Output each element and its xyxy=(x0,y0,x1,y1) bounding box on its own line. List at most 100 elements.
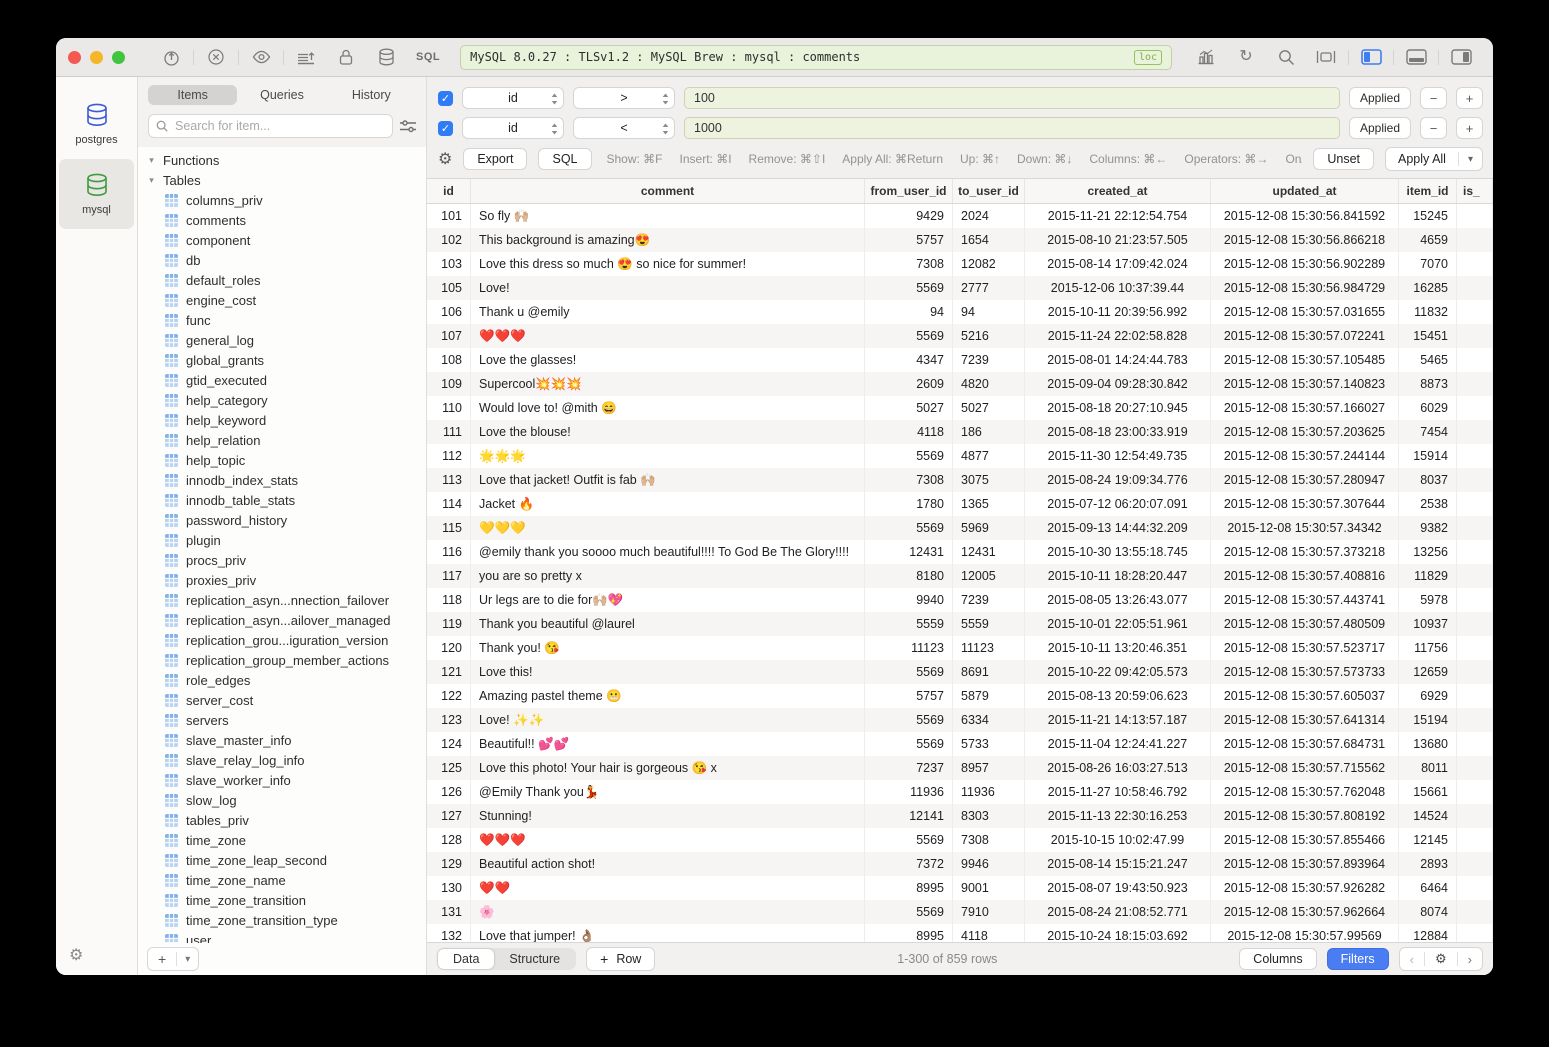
cell-created_at[interactable]: 2015-08-01 14:24:44.783 xyxy=(1025,348,1211,372)
table-row[interactable]: 117you are so pretty x8180120052015-10-1… xyxy=(427,564,1493,588)
cell-comment[interactable]: 💛💛💛 xyxy=(471,516,865,540)
connect-icon[interactable] xyxy=(160,46,182,68)
cell-to_user_id[interactable]: 4877 xyxy=(953,444,1025,468)
cell-is_[interactable] xyxy=(1457,660,1493,684)
cell-to_user_id[interactable]: 8691 xyxy=(953,660,1025,684)
lock-icon[interactable] xyxy=(335,46,357,68)
cell-id[interactable]: 106 xyxy=(427,300,471,324)
cell-updated_at[interactable]: 2015-12-08 15:30:56.841592 xyxy=(1211,204,1399,228)
cell-item_id[interactable]: 8011 xyxy=(1399,756,1457,780)
cell-is_[interactable] xyxy=(1457,852,1493,876)
cell-id[interactable]: 122 xyxy=(427,684,471,708)
tab-structure[interactable]: Structure xyxy=(494,949,575,969)
cell-comment[interactable]: you are so pretty x xyxy=(471,564,865,588)
cell-updated_at[interactable]: 2015-12-08 15:30:57.244144 xyxy=(1211,444,1399,468)
column-header-to_user_id[interactable]: to_user_id xyxy=(953,179,1025,203)
cell-is_[interactable] xyxy=(1457,300,1493,324)
chevron-right-icon[interactable]: › xyxy=(1458,952,1482,967)
export-button[interactable]: Export xyxy=(463,148,527,170)
cell-from_user_id[interactable]: 5569 xyxy=(865,732,953,756)
cell-item_id[interactable]: 2538 xyxy=(1399,492,1457,516)
cell-item_id[interactable]: 15194 xyxy=(1399,708,1457,732)
cell-created_at[interactable]: 2015-11-30 12:54:49.735 xyxy=(1025,444,1211,468)
sidebar-item-table[interactable]: procs_priv xyxy=(138,550,426,570)
cell-is_[interactable] xyxy=(1457,348,1493,372)
table-row[interactable]: 126@Emily Thank you💃11936119362015-11-27… xyxy=(427,780,1493,804)
filter-operator-select[interactable]: > xyxy=(573,87,675,109)
search-box[interactable] xyxy=(148,114,393,138)
toggle-bottom-panel-icon[interactable] xyxy=(1405,46,1427,68)
cell-is_[interactable] xyxy=(1457,564,1493,588)
cell-to_user_id[interactable]: 3075 xyxy=(953,468,1025,492)
cell-updated_at[interactable]: 2015-12-08 15:30:57.443741 xyxy=(1211,588,1399,612)
remove-filter-button[interactable]: − xyxy=(1420,117,1447,139)
column-header-from_user_id[interactable]: from_user_id xyxy=(865,179,953,203)
cell-id[interactable]: 115 xyxy=(427,516,471,540)
column-header-is_[interactable]: is_ xyxy=(1457,179,1493,203)
cell-item_id[interactable]: 15245 xyxy=(1399,204,1457,228)
cell-comment[interactable]: Would love to! @mith 😄 xyxy=(471,396,865,420)
cell-id[interactable]: 105 xyxy=(427,276,471,300)
sidebar-item-table[interactable]: replication_grou...iguration_version xyxy=(138,630,426,650)
cell-item_id[interactable]: 15661 xyxy=(1399,780,1457,804)
cell-item_id[interactable]: 6929 xyxy=(1399,684,1457,708)
tab-history[interactable]: History xyxy=(327,85,416,105)
cell-updated_at[interactable]: 2015-12-08 15:30:57.480509 xyxy=(1211,612,1399,636)
cell-from_user_id[interactable]: 4118 xyxy=(865,420,953,444)
cell-updated_at[interactable]: 2015-12-08 15:30:56.984729 xyxy=(1211,276,1399,300)
column-header-created_at[interactable]: created_at xyxy=(1025,179,1211,203)
plus-icon[interactable]: + xyxy=(148,951,176,967)
sidebar-item-table[interactable]: slave_master_info xyxy=(138,730,426,750)
sidebar-item-table[interactable]: replication_group_member_actions xyxy=(138,650,426,670)
cell-item_id[interactable]: 11832 xyxy=(1399,300,1457,324)
cell-is_[interactable] xyxy=(1457,900,1493,924)
sql-editor-button[interactable]: SQL xyxy=(416,51,440,63)
cell-comment[interactable]: Love the blouse! xyxy=(471,420,865,444)
cell-created_at[interactable]: 2015-10-11 13:20:46.351 xyxy=(1025,636,1211,660)
column-header-updated_at[interactable]: updated_at xyxy=(1211,179,1399,203)
tab-items[interactable]: Items xyxy=(148,85,237,105)
cell-updated_at[interactable]: 2015-12-08 15:30:57.523717 xyxy=(1211,636,1399,660)
cell-item_id[interactable]: 4659 xyxy=(1399,228,1457,252)
cell-comment[interactable]: Beautiful action shot! xyxy=(471,852,865,876)
cell-to_user_id[interactable]: 7308 xyxy=(953,828,1025,852)
table-row[interactable]: 131🌸556979102015-08-24 21:08:52.7712015-… xyxy=(427,900,1493,924)
cell-created_at[interactable]: 2015-11-24 22:02:58.828 xyxy=(1025,324,1211,348)
cell-item_id[interactable]: 10937 xyxy=(1399,612,1457,636)
cell-item_id[interactable]: 7454 xyxy=(1399,420,1457,444)
add-item-split-button[interactable]: + ▾ xyxy=(147,947,199,971)
table-row[interactable]: 107❤️❤️❤️556952162015-11-24 22:02:58.828… xyxy=(427,324,1493,348)
cell-item_id[interactable]: 8873 xyxy=(1399,372,1457,396)
cell-created_at[interactable]: 2015-08-10 21:23:57.505 xyxy=(1025,228,1211,252)
cell-to_user_id[interactable]: 5733 xyxy=(953,732,1025,756)
cell-to_user_id[interactable]: 12082 xyxy=(953,252,1025,276)
cell-from_user_id[interactable]: 7372 xyxy=(865,852,953,876)
remove-filter-button[interactable]: − xyxy=(1420,87,1447,109)
cell-item_id[interactable]: 11829 xyxy=(1399,564,1457,588)
cell-from_user_id[interactable]: 8180 xyxy=(865,564,953,588)
cell-comment[interactable]: Beautiful!! 💕💕 xyxy=(471,732,865,756)
cell-to_user_id[interactable]: 4820 xyxy=(953,372,1025,396)
column-header-id[interactable]: id xyxy=(427,179,471,203)
sidebar-item-table[interactable]: server_cost xyxy=(138,690,426,710)
sidebar-item-table[interactable]: columns_priv xyxy=(138,190,426,210)
table-row[interactable]: 132Love that jumper! 👌🏽899541182015-10-2… xyxy=(427,924,1493,942)
cell-created_at[interactable]: 2015-08-14 15:15:21.247 xyxy=(1025,852,1211,876)
cell-item_id[interactable]: 9382 xyxy=(1399,516,1457,540)
cell-id[interactable]: 121 xyxy=(427,660,471,684)
cell-comment[interactable]: Love this photo! Your hair is gorgeous 😘… xyxy=(471,756,865,780)
table-row[interactable]: 112🌟🌟🌟556948772015-11-30 12:54:49.735201… xyxy=(427,444,1493,468)
table-row[interactable]: 111Love the blouse!41181862015-08-18 23:… xyxy=(427,420,1493,444)
cell-id[interactable]: 102 xyxy=(427,228,471,252)
cell-id[interactable]: 114 xyxy=(427,492,471,516)
table-settings-gear-icon[interactable]: ⚙ xyxy=(1425,951,1457,967)
cell-from_user_id[interactable]: 5569 xyxy=(865,708,953,732)
cell-from_user_id[interactable]: 8995 xyxy=(865,876,953,900)
cell-created_at[interactable]: 2015-08-26 16:03:27.513 xyxy=(1025,756,1211,780)
cell-to_user_id[interactable]: 9946 xyxy=(953,852,1025,876)
sidebar-item-table[interactable]: tables_priv xyxy=(138,810,426,830)
unset-button[interactable]: Unset xyxy=(1313,148,1374,170)
cell-to_user_id[interactable]: 94 xyxy=(953,300,1025,324)
cell-from_user_id[interactable]: 7308 xyxy=(865,252,953,276)
cell-is_[interactable] xyxy=(1457,804,1493,828)
